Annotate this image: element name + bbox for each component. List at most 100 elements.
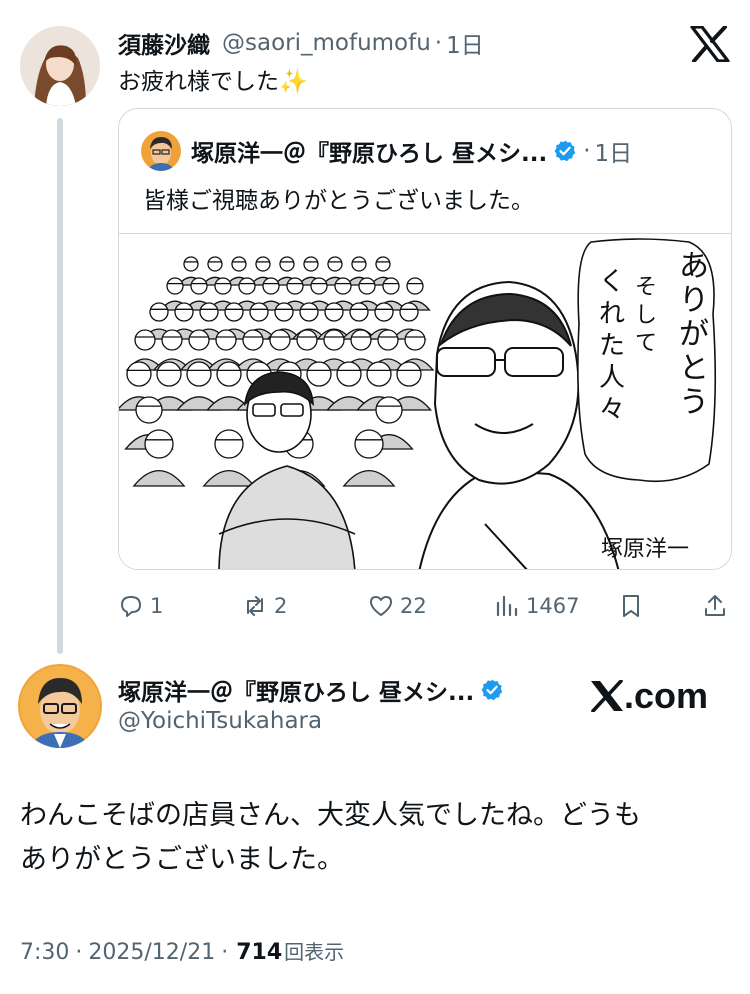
reply-count: 1 xyxy=(150,594,164,618)
crowd-head xyxy=(214,429,244,459)
speech-line-3b: れ xyxy=(599,299,625,329)
speech-line-1e: う xyxy=(679,385,709,420)
crowd-head xyxy=(323,329,345,351)
crowd-head xyxy=(299,302,319,322)
speech-line-1b: り xyxy=(679,283,709,318)
reply-author-avatar[interactable] xyxy=(20,26,100,106)
quoted-illustration-image[interactable]: あ り が と う そ し て く れ た 人 々 塚原洋一 xyxy=(119,233,731,569)
thread-connector-line xyxy=(57,118,63,654)
tweet-view-label: 回表示 xyxy=(284,940,345,964)
crowd-head xyxy=(327,256,343,272)
speech-line-3e: 々 xyxy=(599,395,625,425)
crowd-head xyxy=(134,329,156,351)
reply-icon xyxy=(121,596,141,617)
main-author-handle[interactable]: @YoichiTsukahara xyxy=(118,708,322,734)
retweet-button[interactable]: 2 xyxy=(242,588,287,624)
crowd-head xyxy=(215,329,237,351)
crowd-head xyxy=(406,277,424,295)
x-com-label: .com xyxy=(624,675,709,716)
crowd-head xyxy=(334,277,352,295)
bookmark-icon xyxy=(623,595,639,617)
main-tweet-line: わんこそばの店員さん、大変人気でしたね。どうも xyxy=(20,800,641,831)
main-tweet-text: わんこそばの店員さん、大変人気でしたね。どうも ありがとうございました。 xyxy=(20,794,720,882)
reply-author-handle[interactable]: @saori_mofumofu xyxy=(222,30,431,56)
crowd-head xyxy=(238,277,256,295)
reply-timestamp[interactable]: 1日 xyxy=(446,26,484,60)
crowd-head xyxy=(144,429,174,459)
views-button[interactable]: 1467 xyxy=(494,588,579,624)
main-author-name[interactable]: 塚原洋一＠『野原ひろし 昼メシ... xyxy=(118,673,474,707)
crowd-head xyxy=(351,256,367,272)
quoted-header: 塚原洋一＠『野原ひろし 昼メシ... · 1日 xyxy=(191,133,632,169)
heart-icon xyxy=(370,596,392,616)
crowd-head xyxy=(279,256,295,272)
speech-line-3d: 人 xyxy=(599,363,625,393)
share-icon xyxy=(705,595,725,616)
signature-text: 塚原洋一 xyxy=(601,537,689,562)
main-author-avatar[interactable] xyxy=(18,664,102,748)
quoted-author-name[interactable]: 塚原洋一＠『野原ひろし 昼メシ... xyxy=(191,134,547,168)
like-count: 22 xyxy=(400,594,427,618)
crowd-head xyxy=(399,302,419,322)
quoted-author-avatar[interactable] xyxy=(141,131,181,171)
share-button[interactable] xyxy=(702,588,734,624)
crowd-head xyxy=(350,329,372,351)
speech-line-1c: が xyxy=(679,317,709,352)
crowd-head xyxy=(404,329,426,351)
crowd-head xyxy=(354,429,384,459)
crowd-head xyxy=(366,361,392,387)
crowd-head xyxy=(174,302,194,322)
separator-dot: · xyxy=(583,138,591,164)
x-logo-icon xyxy=(690,25,730,63)
main-tweet-line: ありがとうございました。 xyxy=(20,844,344,875)
separator-dot: · xyxy=(221,940,229,965)
crowd-head xyxy=(374,302,394,322)
tweet-time[interactable]: 7:30 xyxy=(20,940,69,965)
crowd-head xyxy=(377,329,399,351)
crowd-head xyxy=(161,329,183,351)
crowd-head xyxy=(199,302,219,322)
crowd-head xyxy=(214,277,232,295)
crowd-head xyxy=(375,256,391,272)
crowd-head xyxy=(207,256,223,272)
crowd-head xyxy=(286,277,304,295)
like-button[interactable]: 22 xyxy=(368,588,427,624)
quoted-timestamp[interactable]: 1日 xyxy=(595,134,633,168)
crowd-head xyxy=(375,396,403,424)
crowd-head xyxy=(310,277,328,295)
x-com-logo: .com xyxy=(590,674,708,718)
reply-button[interactable]: 1 xyxy=(118,588,163,624)
quoted-tweet-card[interactable]: 塚原洋一＠『野原ひろし 昼メシ... · 1日 皆様ご視聴ありがとうございました… xyxy=(118,108,732,570)
crowd-head xyxy=(186,361,212,387)
bookmark-button[interactable] xyxy=(618,588,650,624)
reply-header: 須藤沙織 @saori_mofumofu · 1日 xyxy=(118,26,484,60)
reply-text: お疲れ様でした✨ xyxy=(118,69,308,95)
crowd-head xyxy=(303,256,319,272)
crowd-head xyxy=(382,277,400,295)
tweet-meta: 7:30 · 2025/12/21 · 714 回表示 xyxy=(20,936,344,965)
separator-dot: · xyxy=(434,30,443,56)
analytics-icon xyxy=(496,595,518,617)
crowd-head xyxy=(336,361,362,387)
separator-dot: · xyxy=(75,940,83,965)
crowd-head xyxy=(262,277,280,295)
reply-author-name[interactable]: 須藤沙織 xyxy=(118,26,210,60)
tweet-view-count: 714 xyxy=(236,940,283,965)
crowd-head xyxy=(324,302,344,322)
views-count: 1467 xyxy=(526,594,580,618)
crowd-head xyxy=(190,277,208,295)
main-header: 塚原洋一＠『野原ひろし 昼メシ... xyxy=(118,672,504,708)
crowd-head xyxy=(126,361,152,387)
speech-line-1d: と xyxy=(679,351,709,386)
retweet-count: 2 xyxy=(274,594,288,618)
tweet-date[interactable]: 2025/12/21 xyxy=(88,940,215,965)
crowd-head xyxy=(242,329,264,351)
crowd-head xyxy=(358,277,376,295)
x-logo-icon xyxy=(591,680,623,712)
speech-line-3: く xyxy=(599,267,625,297)
crowd-head xyxy=(274,302,294,322)
crowd-head xyxy=(231,256,247,272)
crowd-head xyxy=(255,256,271,272)
crowd-head xyxy=(149,302,169,322)
crowd-head xyxy=(396,361,422,387)
